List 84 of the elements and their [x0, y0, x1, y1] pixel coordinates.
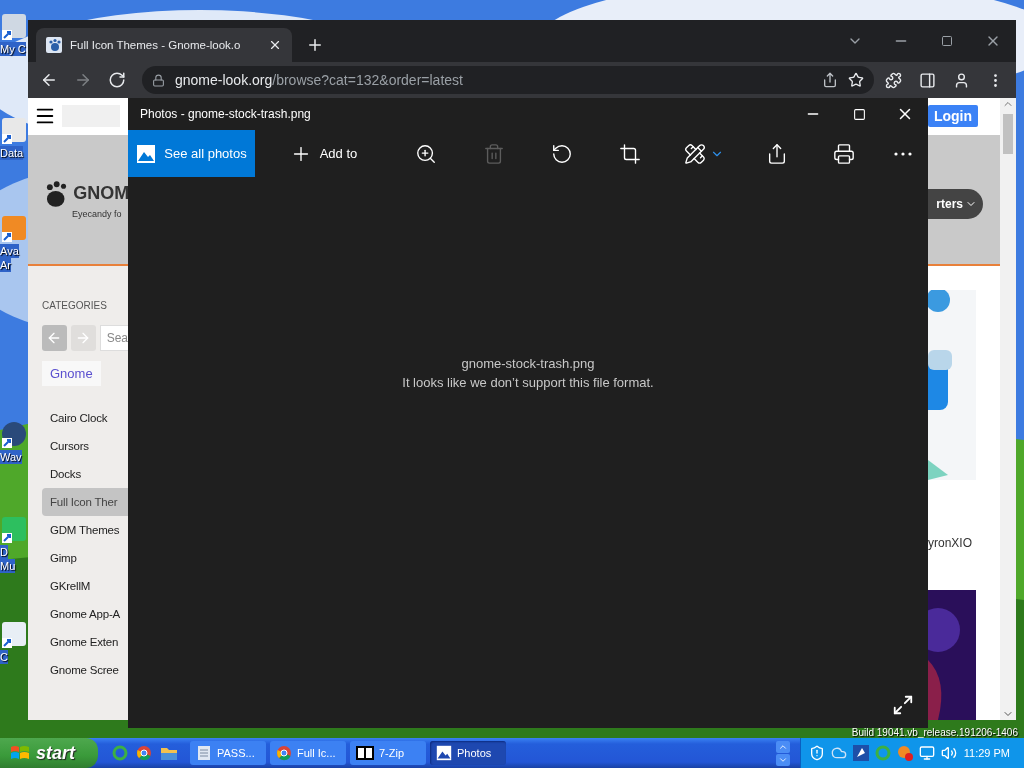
chrome-icon — [136, 745, 152, 761]
image-icon — [436, 745, 452, 761]
more-button[interactable] — [894, 151, 912, 156]
category-item[interactable]: Full Icon Ther — [42, 488, 128, 516]
crop-button[interactable] — [619, 142, 641, 165]
desktop-icon-label: Mu — [0, 559, 16, 573]
notepad-icon — [196, 745, 212, 761]
file-name: gnome-stock-trash.png — [461, 354, 595, 373]
desktop-icon-label: Ar — [0, 258, 11, 272]
new-tab-icon[interactable] — [306, 36, 324, 54]
address-bar[interactable]: gnome-look.org/browse?cat=132&order=latest — [142, 66, 874, 94]
category-item[interactable]: Docks — [42, 460, 128, 488]
maximize-icon[interactable] — [941, 35, 953, 47]
window-title: Photos - gnome-stock-trash.png — [140, 107, 311, 121]
taskbar-button[interactable]: Full Ic... — [270, 741, 346, 765]
zoom-in-button[interactable] — [415, 142, 437, 165]
trash-icon — [483, 142, 505, 165]
desktop-icon-label: Data — [0, 146, 24, 160]
category-item[interactable]: Cursors — [42, 432, 128, 460]
logo-text: GNOM — [73, 183, 128, 205]
windows-flag-icon — [10, 744, 30, 762]
reload-icon — [108, 71, 126, 89]
clock: 11:29 PM — [963, 747, 1010, 759]
category-item[interactable]: GDM Themes — [42, 516, 128, 544]
see-all-photos-button[interactable]: See all photos — [128, 130, 255, 177]
forward-arrow-icon — [74, 71, 92, 89]
desktop-icon[interactable] — [0, 214, 28, 244]
desktop-icon-label: My C — [0, 42, 26, 56]
category-item[interactable]: Gimp — [42, 544, 128, 572]
desktop-icon-label: C — [0, 650, 8, 664]
puzzle-icon[interactable] — [884, 71, 902, 89]
scrollbar[interactable] — [1000, 98, 1016, 720]
desktop-icon-label: D — [0, 545, 8, 559]
pencil-ruler-icon — [684, 142, 706, 165]
crop-icon — [619, 142, 641, 165]
fullscreen-icon[interactable] — [892, 694, 914, 716]
speaker-icon[interactable] — [941, 745, 957, 761]
folder-icon[interactable] — [160, 745, 178, 761]
desktop-icon[interactable] — [0, 620, 28, 650]
logo-tagline: Eyecandy fo — [72, 208, 122, 219]
menu-dropdown-button[interactable]: rters — [928, 188, 983, 219]
shield-icon[interactable] — [809, 745, 825, 761]
more-icon — [894, 151, 912, 156]
login-button[interactable]: Login — [928, 105, 978, 128]
author-name: yronXIO — [928, 536, 973, 550]
side-panel-icon[interactable] — [918, 71, 936, 89]
desktop-icon[interactable] — [0, 116, 28, 146]
image-icon — [136, 143, 157, 164]
network-icon[interactable] — [919, 745, 935, 761]
lock-icon — [152, 73, 165, 87]
printer-icon — [833, 142, 855, 165]
category-item[interactable]: GKrellM — [42, 572, 128, 600]
zip-icon — [356, 746, 374, 760]
share-button[interactable] — [766, 142, 788, 165]
category-item[interactable]: Cairo Clock — [42, 404, 128, 432]
build-watermark-text: Build 19041.vb_release.191206-1406 — [851, 728, 1018, 738]
pencil-ruler-button[interactable] — [684, 142, 724, 165]
star-icon[interactable] — [848, 72, 864, 88]
rotate-button[interactable] — [551, 142, 573, 165]
breadcrumb-link[interactable]: Gnome — [42, 361, 101, 386]
close-icon[interactable] — [268, 38, 282, 52]
gnome-foot-icon — [46, 37, 62, 53]
chrome-icon — [276, 745, 292, 761]
taskbar-button[interactable]: PASS... — [190, 741, 266, 765]
scrollbar-thumb[interactable] — [1003, 114, 1013, 154]
desktop-icon[interactable] — [0, 12, 28, 42]
share-icon[interactable] — [822, 72, 838, 88]
zoom-in-icon — [415, 142, 437, 165]
category-item[interactable]: Gnome Scree — [42, 656, 128, 684]
category-item[interactable]: Gnome App-A — [42, 600, 128, 628]
category-item[interactable]: Gnome Exten — [42, 628, 128, 656]
desktop-icon-label: Ava — [0, 244, 19, 258]
error-message: It looks like we don’t support this file format. — [402, 373, 654, 392]
taskbar-button[interactable]: Photos — [430, 741, 506, 765]
share-icon — [766, 142, 788, 165]
desktop-icon-label: Wav — [0, 450, 22, 464]
add-to-button[interactable]: Add to — [255, 130, 392, 177]
browser-tab[interactable]: Full Icon Themes - Gnome-look.o — [36, 28, 292, 62]
search-field[interactable]: Sea — [99, 325, 128, 351]
taskbar-button[interactable]: 7-Zip — [350, 741, 426, 765]
rotate-icon — [551, 142, 573, 165]
printer-button[interactable] — [833, 142, 855, 165]
desktop-icon[interactable] — [0, 515, 28, 545]
section-heading: CATEGORIES — [42, 300, 108, 311]
